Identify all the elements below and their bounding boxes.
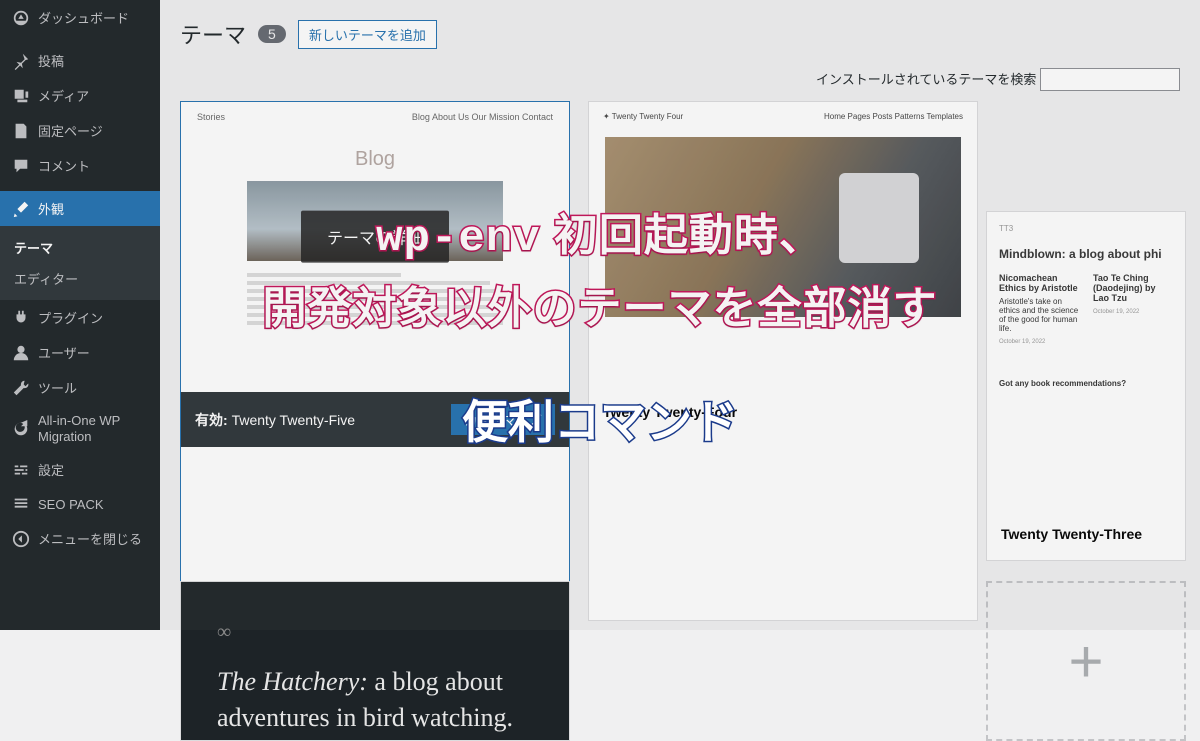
theme-screenshot: ∞ The Hatchery: a blog about adventures … [181, 582, 569, 740]
customize-button[interactable]: カスタマイズ [451, 404, 555, 435]
theme-active-name: 有効: Twenty Twenty-Five [195, 410, 355, 430]
page-icon [12, 122, 30, 140]
theme-card[interactable]: ∞ The Hatchery: a blog about adventures … [180, 581, 570, 741]
sidebar-item-seopack[interactable]: SEO PACK [0, 487, 160, 521]
plug-icon [12, 309, 30, 327]
sidebar-item-posts[interactable]: 投稿 [0, 43, 160, 78]
sidebar-item-collapse[interactable]: メニューを閉じる [0, 521, 160, 556]
theme-count-badge: 5 [258, 25, 286, 43]
comment-icon [12, 157, 30, 175]
admin-sidebar: ダッシュボード 投稿 メディア 固定ページ コメント 外観 テーマ エディター … [0, 0, 160, 630]
search-label: インストールされているテーマを検索 [816, 72, 1036, 87]
infinity-icon: ∞ [217, 618, 533, 646]
sidebar-subitem-editor[interactable]: エディター [0, 263, 160, 294]
gauge-icon [12, 9, 30, 27]
sidebar-item-migration[interactable]: All-in-One WP Migration [0, 405, 160, 452]
theme-actions-bar: 有効: Twenty Twenty-Five カスタマイズ [181, 392, 569, 447]
theme-search-input[interactable] [1040, 68, 1180, 91]
theme-name: Twenty Twenty-Four [603, 404, 737, 420]
sidebar-item-appearance[interactable]: 外観 [0, 191, 160, 226]
main-content: テーマ 5 新しいテーマを追加 インストールされているテーマを検索 Storie… [160, 0, 1200, 630]
user-icon [12, 344, 30, 362]
search-row: インストールされているテーマを検索 [180, 68, 1180, 91]
sidebar-item-pages[interactable]: 固定ページ [0, 113, 160, 148]
sidebar-item-comments[interactable]: コメント [0, 148, 160, 183]
theme-screenshot: StoriesBlog About Us Our Mission Contact… [181, 102, 569, 392]
wrench-icon [12, 379, 30, 397]
list-icon [12, 495, 30, 513]
refresh-icon [12, 420, 30, 438]
sidebar-item-media[interactable]: メディア [0, 78, 160, 113]
theme-card-active[interactable]: StoriesBlog About Us Our Mission Contact… [180, 101, 570, 621]
sidebar-item-settings[interactable]: 設定 [0, 452, 160, 487]
theme-grid: StoriesBlog About Us Our Mission Contact… [180, 101, 1180, 621]
sidebar-item-plugins[interactable]: プラグイン [0, 300, 160, 335]
theme-card[interactable]: ✦ Twenty Twenty FourHome Pages Posts Pat… [588, 101, 978, 621]
sidebar-item-dashboard[interactable]: ダッシュボード [0, 0, 160, 35]
theme-screenshot: TT3 Mindblown: a blog about phi Nicomach… [987, 212, 1185, 512]
sidebar-item-users[interactable]: ユーザー [0, 335, 160, 370]
sidebar-item-tools[interactable]: ツール [0, 370, 160, 405]
plus-icon: + [1068, 627, 1103, 696]
theme-card[interactable]: TT3 Mindblown: a blog about phi Nicomach… [986, 211, 1186, 561]
theme-screenshot: ✦ Twenty Twenty FourHome Pages Posts Pat… [589, 102, 977, 392]
theme-name-bar: Twenty Twenty-Four [589, 392, 977, 432]
media-icon [12, 87, 30, 105]
pin-icon [12, 52, 30, 70]
page-header: テーマ 5 新しいテーマを追加 [180, 0, 1180, 68]
theme-name-bar: Twenty Twenty-Three [987, 512, 1185, 556]
theme-details-overlay[interactable]: テーマの詳細 [301, 211, 449, 263]
sliders-icon [12, 461, 30, 479]
add-theme-card[interactable]: + [986, 581, 1186, 741]
page-title: テーマ [180, 18, 246, 50]
sidebar-submenu-appearance: テーマ エディター [0, 226, 160, 300]
sidebar-subitem-themes[interactable]: テーマ [0, 232, 160, 263]
collapse-icon [12, 530, 30, 548]
brush-icon [12, 200, 30, 218]
add-theme-button[interactable]: 新しいテーマを追加 [298, 20, 437, 49]
